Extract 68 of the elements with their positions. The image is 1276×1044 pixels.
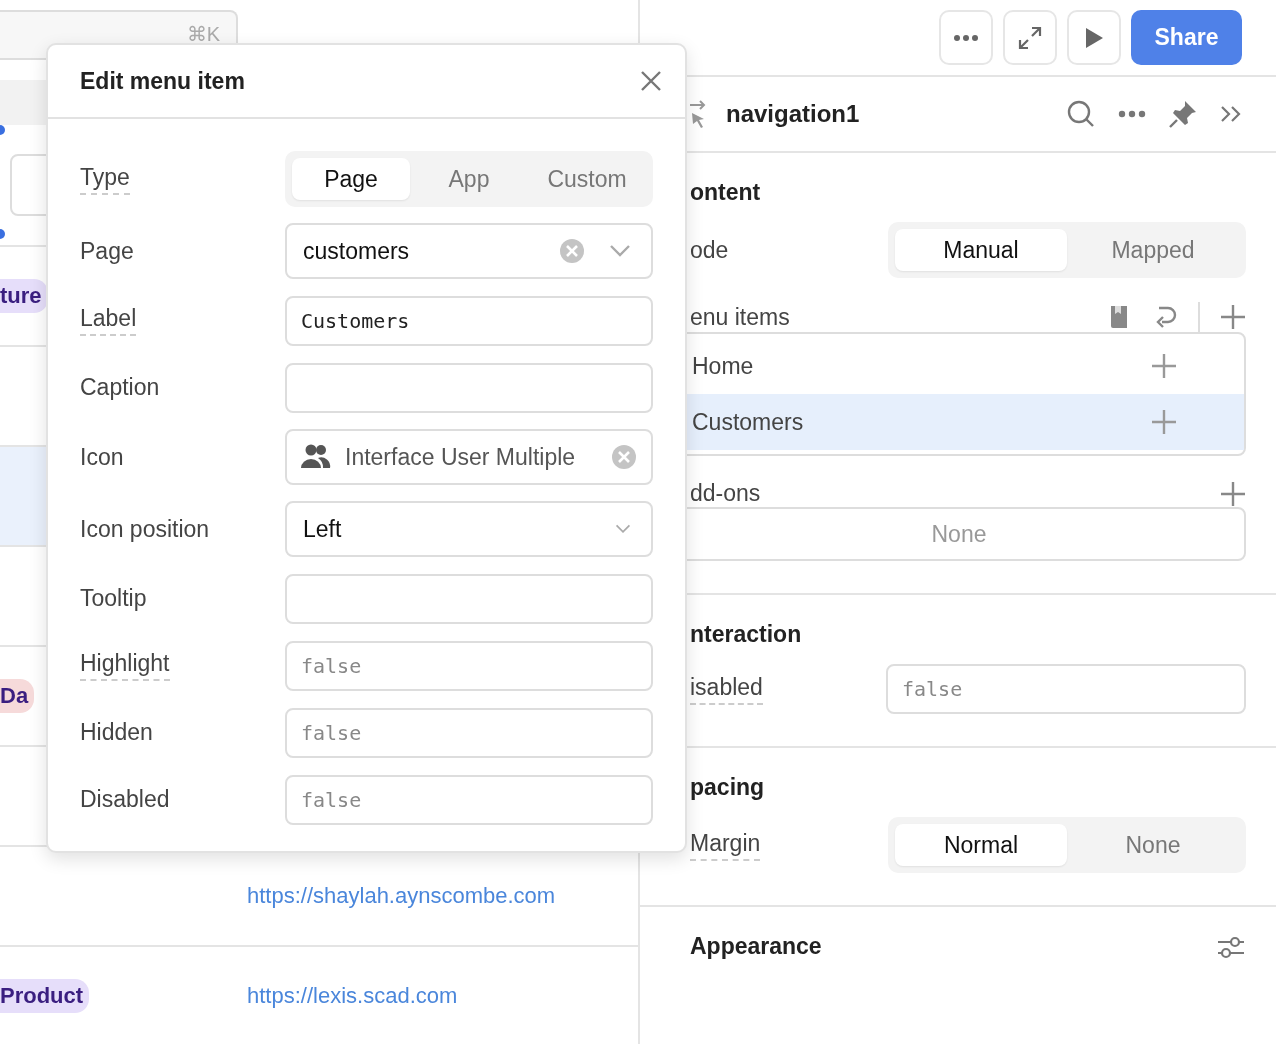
property-label: ode: [690, 236, 729, 264]
tag: Product: [0, 979, 90, 1013]
segment-option[interactable]: Manual: [895, 229, 1067, 271]
table-row[interactable]: Product https://lexis.scad.com: [0, 947, 638, 1044]
input-field[interactable]: Customers: [285, 295, 653, 346]
close-icon[interactable]: [641, 71, 661, 91]
more-icon[interactable]: [1118, 110, 1146, 118]
field-label: Page: [80, 237, 134, 265]
section-title: Appearance: [690, 933, 822, 960]
field-label: Label: [80, 305, 137, 336]
segment-option[interactable]: Custom: [528, 158, 646, 200]
users-icon: [301, 444, 331, 470]
undo-icon[interactable]: [1154, 304, 1178, 330]
expand-icon: [1017, 24, 1043, 51]
component-title: navigation1: [726, 100, 860, 128]
input-field[interactable]: false: [285, 774, 653, 825]
input-field[interactable]: false: [285, 707, 653, 758]
property-label: Margin: [690, 829, 761, 861]
input-field[interactable]: [285, 573, 653, 624]
select-field[interactable]: Left: [285, 501, 653, 557]
book-icon[interactable]: [1108, 304, 1130, 330]
section-title: pacing: [690, 774, 765, 801]
segment-option[interactable]: Normal: [895, 824, 1067, 866]
segment-option[interactable]: None: [1067, 824, 1239, 866]
property-label: dd-ons: [690, 480, 761, 507]
add-icon[interactable]: [1220, 304, 1246, 330]
select-field[interactable]: Interface User Multiple: [285, 429, 653, 485]
chevron-down-icon[interactable]: [609, 244, 631, 258]
dialog-title: Edit menu item: [80, 67, 245, 95]
add-icon[interactable]: [1152, 410, 1176, 434]
play-icon: [1083, 25, 1105, 50]
tag: ture: [0, 279, 48, 313]
more-icon: [953, 33, 979, 42]
link[interactable]: https://shaylah.aynscombe.com: [247, 883, 638, 909]
field-label: Icon: [80, 443, 124, 471]
cursor-arrow-icon: [690, 99, 708, 129]
link[interactable]: https://lexis.scad.com: [247, 983, 638, 1009]
section-title: ontent: [690, 179, 761, 206]
field-label: Disabled: [80, 786, 170, 813]
field-label: Hidden: [80, 719, 153, 746]
field-label: Highlight: [80, 650, 170, 681]
expand-button[interactable]: [1003, 10, 1057, 65]
more-button[interactable]: [939, 10, 993, 65]
field-label: Tooltip: [80, 585, 147, 612]
double-chevron-icon[interactable]: [1220, 105, 1242, 123]
field-label: Type: [80, 163, 130, 195]
shortcut-hint: ⌘K: [186, 22, 220, 46]
add-icon[interactable]: [1152, 354, 1176, 378]
property-label: enu items: [690, 303, 790, 331]
pin-icon[interactable]: [1168, 99, 1198, 129]
menu-item[interactable]: Home: [674, 338, 1244, 394]
add-icon[interactable]: [1220, 480, 1246, 507]
chevron-down-icon[interactable]: [615, 524, 631, 534]
field-label: Icon position: [80, 515, 210, 543]
segment-option[interactable]: Mapped: [1067, 229, 1239, 271]
tag: Da: [0, 679, 35, 713]
input-field[interactable]: [285, 362, 653, 413]
section-title: nteraction: [690, 621, 802, 648]
segment-option[interactable]: App: [410, 158, 528, 200]
play-button[interactable]: [1067, 10, 1121, 65]
share-button[interactable]: Share: [1131, 10, 1242, 65]
field-label: Caption: [80, 374, 160, 401]
property-label: isabled: [690, 673, 763, 705]
search-icon[interactable]: [1066, 99, 1096, 129]
input-field[interactable]: false: [886, 664, 1246, 714]
segment-option[interactable]: Page: [292, 158, 410, 200]
input-field[interactable]: false: [285, 640, 653, 691]
select-field[interactable]: customers: [285, 223, 653, 279]
